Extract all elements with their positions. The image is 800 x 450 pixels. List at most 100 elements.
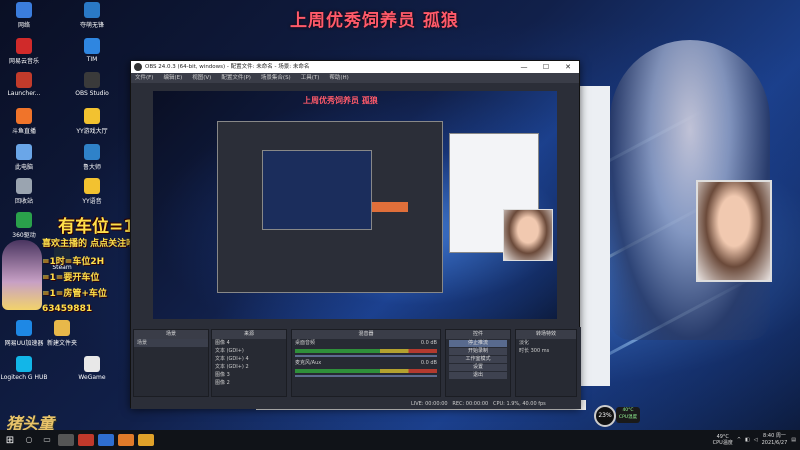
tray-arrow-icon[interactable]: ^ [737,437,741,443]
desktop-icon[interactable]: 此电脑 [0,144,54,171]
menu-item[interactable]: 编辑(E) [163,73,182,83]
source-item[interactable]: 图像 3 [212,371,286,379]
transitions-dock: 转场特效 淡化 时长 300 ms [515,329,577,397]
desktop-icon[interactable]: 网易云音乐 [0,38,54,65]
desktop-icon[interactable]: OBS Studio [62,72,122,97]
app-icon [16,178,32,194]
task-view-icon[interactable]: ▭ [38,430,56,450]
desktop-icon-label: YY游戏大厅 [76,128,108,135]
desktop-icon[interactable]: 360驱动 [0,212,54,239]
app-icon [16,72,32,88]
search-icon[interactable]: ○ [20,430,38,450]
mixer-track: 麦克风/Aux 0.0 dB [292,359,440,377]
clock[interactable]: 8:40 周一 2021/6/27 [762,433,788,447]
cpu-status: CPU: 1.9%, 40.00 fps [493,401,546,407]
taskbar-app-folder[interactable] [118,434,134,446]
duration-value[interactable]: 300 ms [531,348,550,354]
sources-dock: 来源 图像 4 文本 (GDI+) 文本 (GDI+) 4 文本 (GDI+) 2 图像… [211,329,287,397]
desktop-icon[interactable]: 夺萌无锋 [62,2,122,29]
desktop-icon-label: TIM [86,56,98,63]
windows-start-icon[interactable]: ⊞ [0,430,20,450]
taskbar-app-obs[interactable] [58,434,74,446]
status-bar: LIVE: 00:00:00 REC: 00:00:00 CPU: 1.9%, … [131,399,581,409]
app-icon [84,144,100,160]
desktop-icon[interactable]: TIM [62,38,122,63]
cpu-usage-badge: 23% [594,405,616,427]
taskbar-app-game[interactable] [138,434,154,446]
control-button[interactable]: 设置 [449,364,507,371]
app-icon [16,320,32,336]
desktop-icon[interactable]: 回收站 [0,178,54,205]
desktop-icon[interactable]: Launcher... [0,72,54,97]
network-icon[interactable]: ◧ [745,437,750,443]
tray-temp: 49°C CPU温度 [713,434,733,446]
live-status: LIVE: 00:00:00 [411,401,448,407]
control-button[interactable]: 开始录制 [449,348,507,355]
menu-item[interactable]: 视图(V) [192,73,211,83]
desktop-icon[interactable]: Logitech G HUB [0,356,54,381]
taskbar-app-star-app[interactable] [98,434,114,446]
source-item[interactable]: 文本 (GDI+) [212,347,286,355]
source-item[interactable]: 图像 4 [212,339,286,347]
track-name: 麦克风/Aux [295,360,322,366]
source-item[interactable]: 图像 2 [212,379,286,387]
maximize-icon[interactable]: ☐ [535,61,557,73]
obs-titlebar[interactable]: OBS 24.0.3 (64-bit, windows) - 配置文件: 未命名… [131,61,579,73]
nested-button [372,202,408,212]
desktop-icon[interactable]: 新建文件夹 [32,320,92,347]
scene-item[interactable]: 场景 [134,339,208,347]
controls-dock: 控件 停止推流 开始录制 工作室模式 设置 退出 [445,329,511,397]
cpu-temp-value: 40°C [622,408,634,413]
close-icon[interactable]: ✕ [557,61,579,73]
desktop-icon[interactable]: 鲁大师 [62,144,122,171]
overlay-line: =1时=车位2H [42,257,105,267]
menu-item[interactable]: 配置文件(P) [221,73,251,83]
app-icon [16,212,32,228]
app-icon [84,2,100,18]
clock-date: 2021/6/27 [761,440,788,446]
desktop-icon[interactable]: YY游戏大厅 [62,108,122,135]
minimize-icon[interactable]: — [513,61,535,73]
overlay-line: 63459881 [42,304,93,314]
menu-item[interactable]: 帮助(H) [329,73,348,83]
menu-item[interactable]: 工具(T) [301,73,320,83]
app-icon [16,108,32,124]
control-button[interactable]: 停止推流 [449,340,507,347]
transition-type[interactable]: 淡化 [516,339,576,347]
desktop-icon-label: 回收站 [14,198,33,205]
menu-item[interactable]: 场景集合(S) [261,73,291,83]
control-button[interactable]: 工作室模式 [449,356,507,363]
desktop-icon-label: 网络 [17,22,30,29]
transition-duration[interactable]: 时长 300 ms [516,347,576,355]
cpu-temp-label: CPU温度 [618,415,638,420]
preview-stream-title: 上周优秀饲养员 孤狼 [303,96,378,105]
source-item[interactable]: 文本 (GDI+) 2 [212,363,286,371]
cpu-temp-widget: 40°C CPU温度 [616,407,640,423]
tray-temp-label: CPU温度 [712,440,733,446]
desktop-icon[interactable]: 网络 [0,2,54,29]
app-icon [16,2,32,18]
app-icon [84,178,100,194]
source-item[interactable]: 文本 (GDI+) 4 [212,355,286,363]
stream-title: 上周优秀饲养员 孤狼 [290,11,459,31]
desktop-icon-label: OBS Studio [75,90,109,97]
volume-slider[interactable] [295,375,437,377]
desktop-icon[interactable]: 斗鱼直播 [0,108,54,135]
volume-icon[interactable]: ◁ [754,437,758,443]
nested-obs-preview-inner [262,150,372,230]
desktop-icon[interactable]: YY语音 [62,178,122,205]
app-icon [84,356,100,372]
preview-canvas[interactable]: 上周优秀饲养员 孤狼 [153,91,557,319]
notification-icon[interactable]: ▤ [791,437,796,443]
desktop-icon-label: YY语音 [82,198,102,205]
mixer-header: 混音器 [292,330,440,339]
app-icon [16,38,32,54]
taskbar-app-netease-music[interactable] [78,434,94,446]
sources-header: 来源 [212,330,286,339]
desktop-icon[interactable]: WeGame [62,356,122,381]
obs-window[interactable]: OBS 24.0.3 (64-bit, windows) - 配置文件: 未命名… [130,60,581,409]
control-button[interactable]: 退出 [449,372,507,379]
volume-slider[interactable] [295,355,437,357]
nested-obs-preview [217,121,443,293]
menu-item[interactable]: 文件(F) [135,73,153,83]
